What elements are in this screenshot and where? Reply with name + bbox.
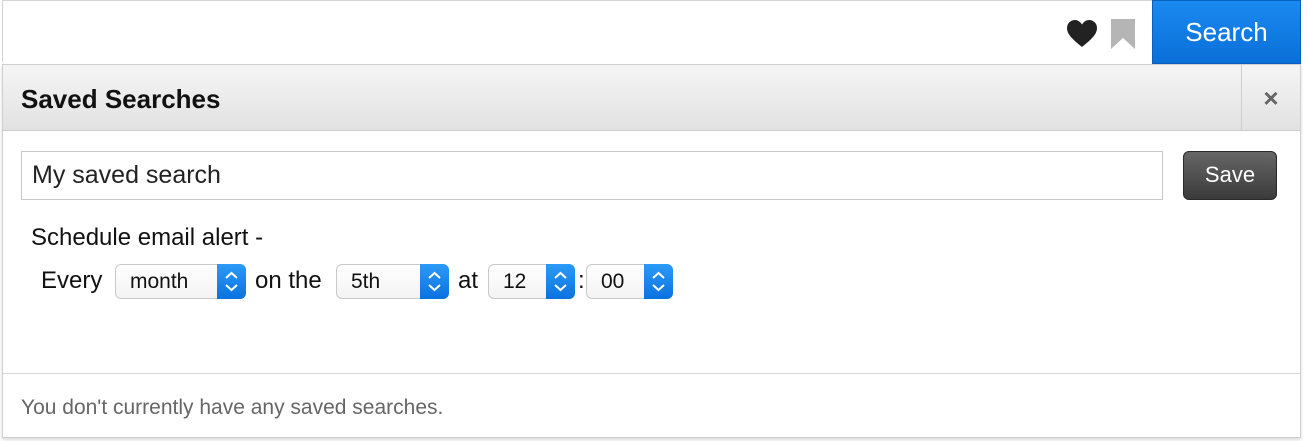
frequency-select[interactable]: month xyxy=(115,264,246,299)
hour-value: 12 xyxy=(503,270,527,293)
saved-searches-panel: Saved Searches × Save Schedule email ale… xyxy=(2,64,1301,438)
minute-value: 00 xyxy=(601,270,625,293)
minute-select[interactable]: 00 xyxy=(586,264,673,299)
select-chevron-icon xyxy=(217,264,246,299)
close-icon[interactable]: × xyxy=(1242,65,1300,130)
heart-icon[interactable] xyxy=(1066,19,1098,49)
select-chevron-icon xyxy=(644,264,673,299)
every-label: Every xyxy=(41,267,103,294)
panel-header: Saved Searches × xyxy=(3,65,1300,131)
on-the-label: on the xyxy=(255,267,322,294)
panel-title: Saved Searches xyxy=(21,84,221,114)
bookmark-icon[interactable] xyxy=(1110,18,1136,50)
select-chevron-icon xyxy=(420,264,449,299)
saved-search-name-input[interactable] xyxy=(21,151,1163,200)
save-button[interactable]: Save xyxy=(1183,151,1277,200)
time-separator: : xyxy=(578,267,585,294)
frequency-value: month xyxy=(130,270,189,293)
hour-select[interactable]: 12 xyxy=(488,264,575,299)
close-button[interactable]: × xyxy=(1241,65,1300,130)
top-bar xyxy=(2,0,1301,62)
footer-divider xyxy=(3,373,1300,374)
day-select[interactable]: 5th xyxy=(336,264,449,299)
at-label: at xyxy=(458,267,479,294)
schedule-email-alert-label: Schedule email alert - xyxy=(31,224,264,251)
search-button[interactable]: Search xyxy=(1152,0,1301,64)
empty-state-message: You don't currently have any saved searc… xyxy=(21,396,444,419)
select-chevron-icon xyxy=(546,264,575,299)
day-value: 5th xyxy=(351,270,381,293)
